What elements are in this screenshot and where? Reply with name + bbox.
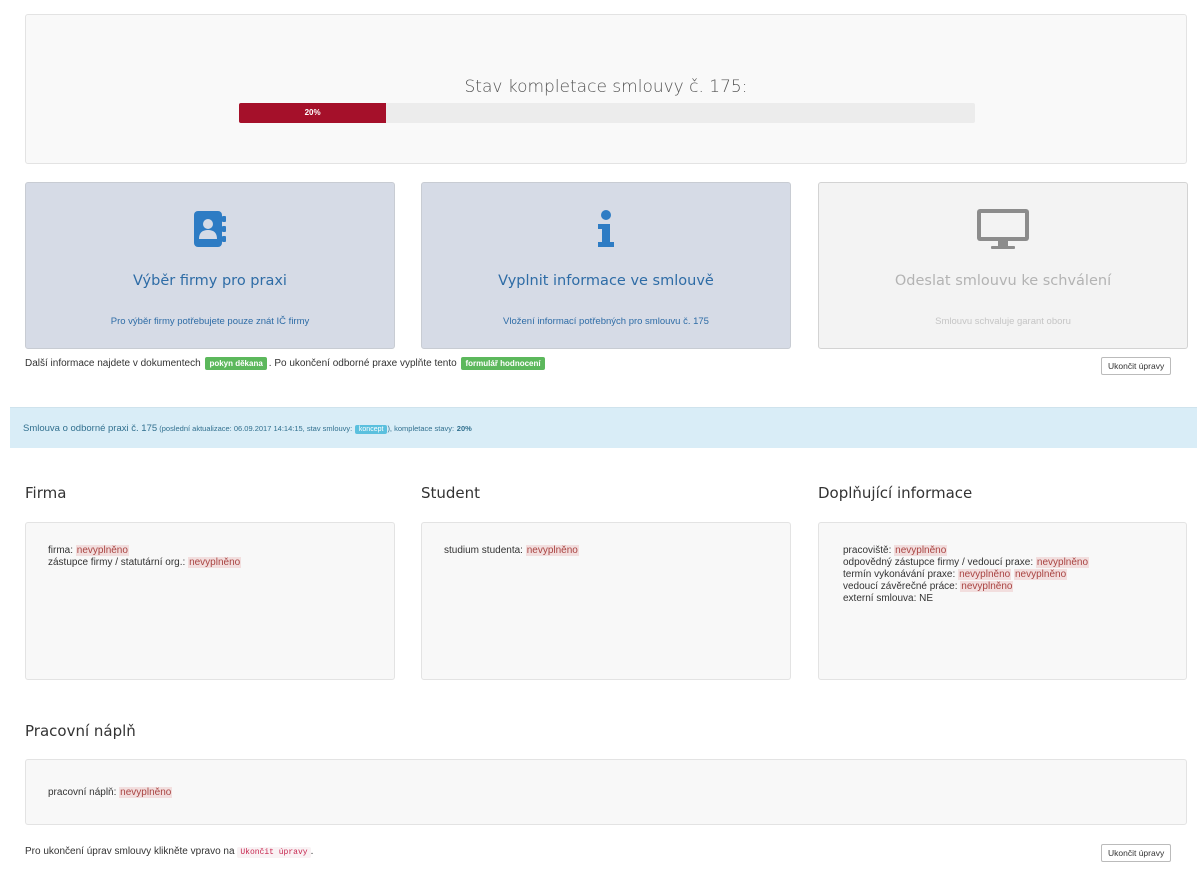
progress-track: 20% [239,103,975,123]
finish-editing-button-bottom[interactable]: Ukončit úpravy [1101,844,1172,862]
unfilled-value: nevyplněno [960,581,1014,592]
hint-text: Pro ukončení úprav smlouvy klikněte vpra… [25,846,235,857]
work-content-panel: pracovní náplň: nevyplněno [25,759,1187,825]
contract-status-bar: Smlouva o odborné praxi č. 175 (poslední… [10,407,1197,448]
info-text: . Po ukončení odborné praxe vyplňte tent… [268,358,457,369]
contract-label: Smlouva o odborné praxi č. 175 [23,423,158,434]
unfilled-value: nevyplněno [119,787,173,798]
detail-row: pracoviště: nevyplněno [843,545,1164,557]
card-title: Výběr firmy pro praxi [133,273,287,289]
info-icon [422,207,790,251]
address-book-icon [26,207,394,251]
status-badge: koncept [354,425,388,434]
section-heading-doplnujici: Doplňující informace [818,484,973,502]
detail-row: firma: nevyplněno [48,545,372,557]
card-send-approval: Odeslat smlouvu ke schválení Smlouvu sch… [818,182,1188,349]
detail-label: studium studenta: [444,545,523,556]
completion-percent: 20% [456,424,472,433]
detail-row: odpovědný zástupce firmy / vedoucí praxe… [843,557,1164,569]
card-subtitle: Smlouvu schvaluje garant oboru [935,316,1071,327]
detail-label: externí smlouva: [843,593,917,604]
documents-info: Další informace najdete v dokumentech po… [25,357,547,370]
detail-label: vedoucí závěrečné práce: [843,581,958,592]
card-select-company[interactable]: Výběr firmy pro praxi Pro výběr firmy po… [25,182,395,349]
unfilled-value: nevyplněno [1035,557,1090,568]
info-text: Další informace najdete v dokumentech [25,358,201,369]
firma-panel: firma: nevyplněno zástupce firmy / statu… [25,522,395,680]
unfilled-value: nevyplněno [75,545,129,556]
progress-panel: Stav kompletace smlouvy č. 175: 20% [25,14,1187,164]
detail-label: zástupce firmy / statutární org.: [48,557,186,568]
detail-row: externí smlouva: NE [843,593,1164,605]
detail-row: studium studenta: nevyplněno [444,545,768,557]
card-subtitle: Pro výběr firmy potřebujete pouze znát I… [110,316,310,327]
detail-value: NE [919,593,934,604]
contract-meta: ), kompletace stavy: [387,424,455,433]
detail-label: termín vykonávání praxe: [843,569,956,580]
detail-row: zástupce firmy / statutární org.: nevypl… [48,557,372,569]
detail-row: vedoucí závěrečné práce: nevyplněno [843,581,1164,593]
card-title: Vyplnit informace ve smlouvě [498,273,714,289]
section-heading-napln: Pracovní náplň [25,722,136,740]
unfilled-value: nevyplněno [525,545,579,556]
student-panel: studium studenta: nevyplněno [421,522,791,680]
progress-title: Stav kompletace smlouvy č. 175: [464,77,748,97]
finish-editing-button[interactable]: Ukončit úpravy [1101,357,1172,375]
section-heading-firma: Firma [25,484,67,502]
card-fill-info[interactable]: Vyplnit informace ve smlouvě Vložení inf… [421,182,791,349]
additional-info-panel: pracoviště: nevyplněno odpovědný zástupc… [818,522,1187,680]
unfilled-value: nevyplněno [1014,569,1068,580]
detail-label: firma: [48,545,73,556]
dean-instruction-link[interactable]: pokyn děkana [205,357,267,370]
bottom-hint: Pro ukončení úprav smlouvy klikněte vpra… [25,846,314,858]
detail-row: pracovní náplň: nevyplněno [48,787,1164,799]
detail-label: pracoviště: [843,545,892,556]
hint-tail: . [310,846,314,857]
progress-fill: 20% [239,103,387,123]
section-heading-student: Student [421,484,481,502]
evaluation-form-link[interactable]: formulář hodnocení [461,357,545,370]
detail-label: odpovědný zástupce firmy / vedoucí praxe… [843,557,1034,568]
unfilled-value: nevyplněno [894,545,948,556]
detail-row: termín vykonávání praxe: nevyplněno nevy… [843,569,1164,581]
contract-meta: (poslední aktualizace: 06.09.2017 14:14:… [157,424,353,433]
monitor-icon [819,207,1187,251]
unfilled-value: nevyplněno [958,569,1012,580]
card-title: Odeslat smlouvu ke schválení [894,273,1112,289]
detail-label: pracovní náplň: [48,787,117,798]
card-subtitle: Vložení informací potřebných pro smlouvu… [503,316,709,327]
unfilled-value: nevyplněno [188,557,242,568]
finish-code: Ukončit úpravy [237,847,311,858]
